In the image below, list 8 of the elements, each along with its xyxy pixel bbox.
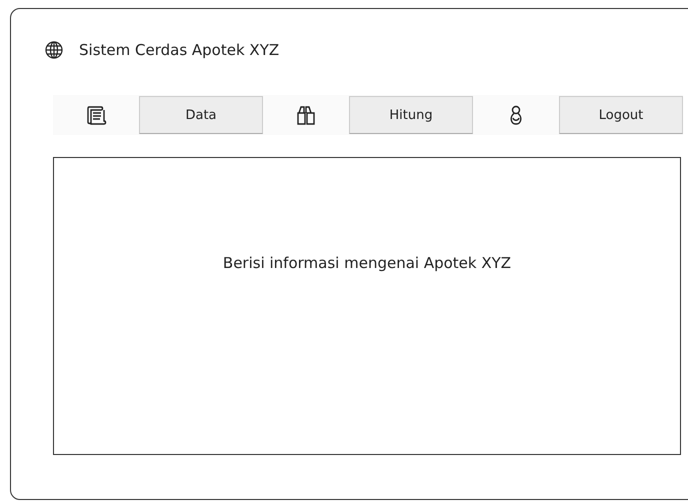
toolbar-button[interactable]: Logout xyxy=(559,96,683,134)
toolbar-button[interactable]: Hitung xyxy=(349,96,473,134)
content-text: Berisi informasi mengenai Apotek XYZ xyxy=(222,254,512,274)
scroll-icon[interactable] xyxy=(85,104,107,126)
globe-icon xyxy=(45,41,63,59)
window-title: Sistem Cerdas Apotek XYZ xyxy=(79,41,280,59)
toolbar-button[interactable]: Data xyxy=(139,96,263,134)
binoculars-icon[interactable] xyxy=(295,104,317,126)
